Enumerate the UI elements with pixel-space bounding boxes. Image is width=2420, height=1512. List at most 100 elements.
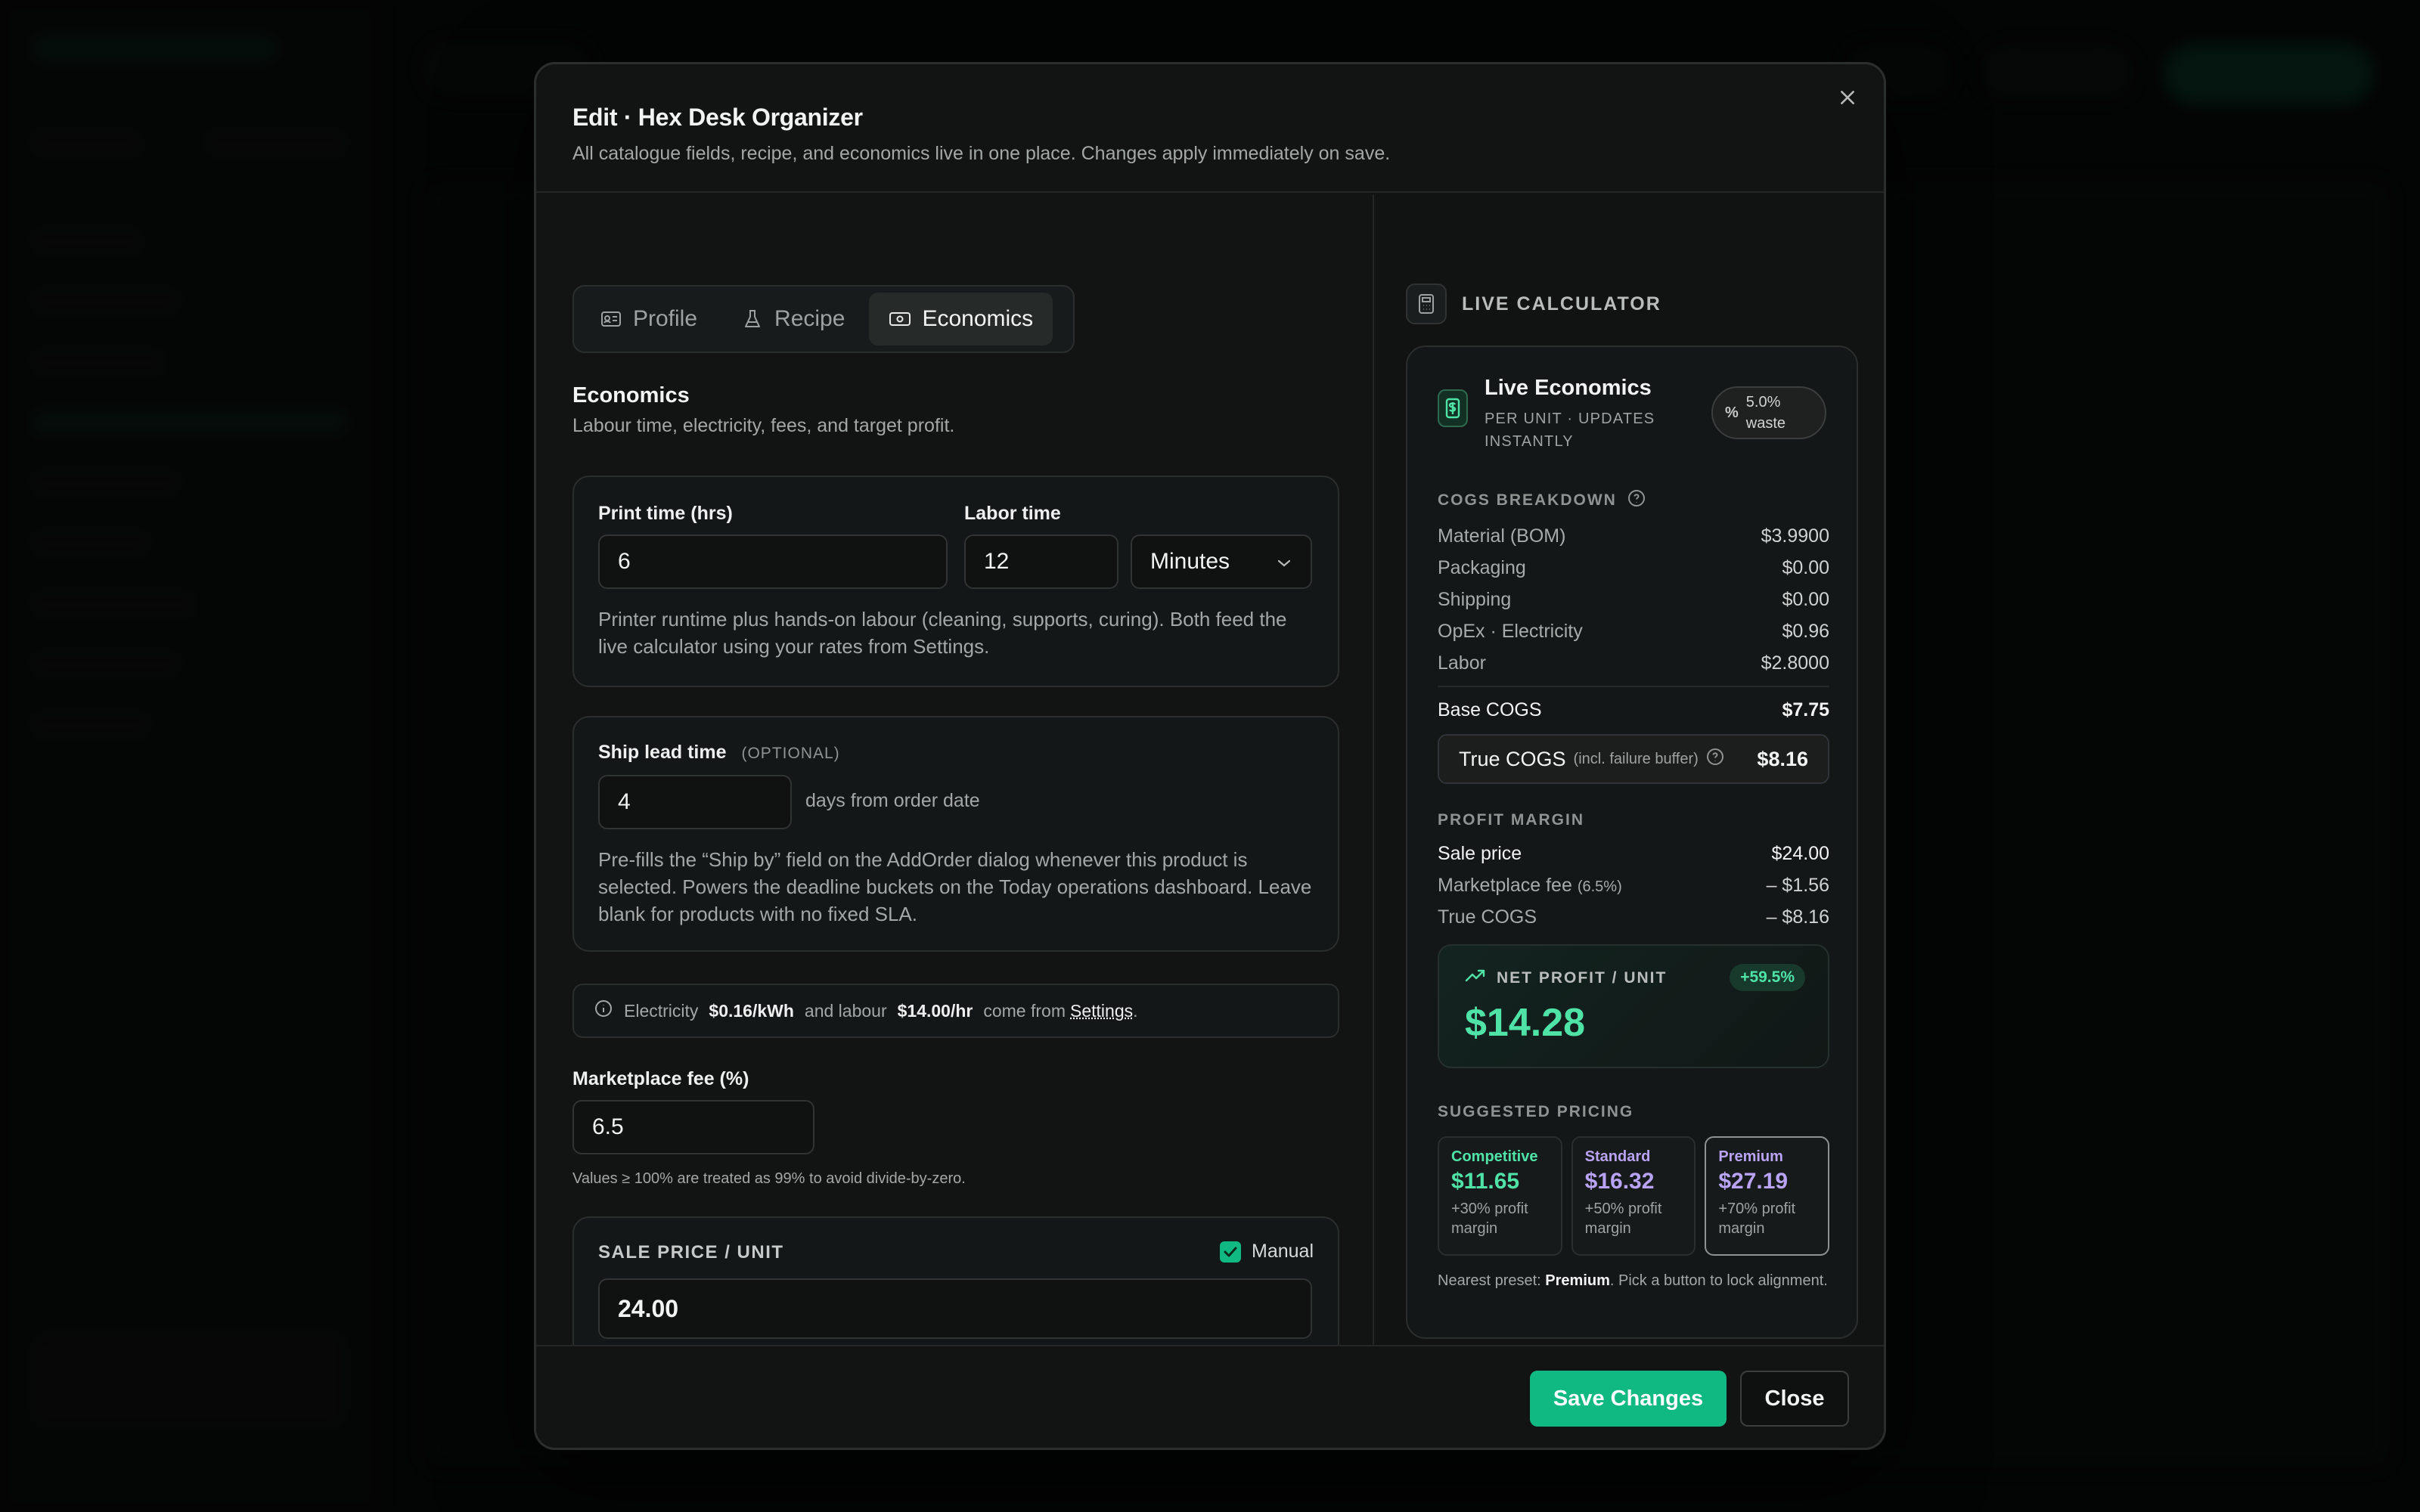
close-button[interactable]: Close xyxy=(1740,1371,1849,1427)
fee-label: Marketplace fee xyxy=(1438,875,1572,896)
nearest-prefix: Nearest preset: xyxy=(1438,1272,1541,1289)
cogs-row-value: $2.8000 xyxy=(1761,652,1829,674)
net-profit-value: $14.28 xyxy=(1465,1001,1586,1045)
fee-row: Marketplace fee (6.5%) – $1.56 xyxy=(1438,875,1829,897)
manual-checkbox[interactable] xyxy=(1220,1241,1241,1263)
sale-price-row: Sale price $24.00 xyxy=(1438,843,1829,865)
manual-label: Manual xyxy=(1252,1241,1314,1262)
labor-unit-select[interactable]: Minutes xyxy=(1131,534,1312,589)
ship-help-text: Pre-fills the “Ship by” field on the Add… xyxy=(598,848,1312,925)
settings-prefix: come from xyxy=(983,1000,1066,1021)
suggested-caption: SUGGESTED PRICING xyxy=(1438,1103,1634,1120)
true-cogs-row-label: True COGS xyxy=(1438,906,1537,928)
tab-label: Profile xyxy=(633,306,698,331)
cogs-caption: COGS BREAKDOWN xyxy=(1438,491,1617,509)
base-cogs-row: Base COGS $7.75 xyxy=(1438,699,1829,721)
settings-link[interactable]: Settings xyxy=(1070,1001,1133,1021)
true-cogs-note: (incl. failure buffer) xyxy=(1573,750,1699,767)
tab-label: Economics xyxy=(922,306,1034,331)
cogs-row-label: Shipping xyxy=(1438,589,1512,610)
fee-pct: (6.5%) xyxy=(1577,878,1622,895)
base-cogs-value: $7.75 xyxy=(1782,699,1829,720)
labor-time-input[interactable]: 12 xyxy=(964,534,1118,589)
labor-time-label: Labor time xyxy=(964,503,1061,524)
cogs-row-label: OpEx · Electricity xyxy=(1438,621,1583,642)
sale-price-card: SALE PRICE / UNIT Manual 24.00 xyxy=(572,1216,1339,1349)
base-cogs-label: Base COGS xyxy=(1438,699,1542,720)
labour-prefix: and labour xyxy=(804,1000,887,1021)
live-economics-title: Live Economics xyxy=(1485,376,1652,400)
section-subtitle: Labour time, electricity, fees, and targ… xyxy=(572,415,955,436)
waste-value: 5.0% xyxy=(1745,394,1781,411)
dialog-subtitle: All catalogue fields, recipe, and econom… xyxy=(572,143,1391,164)
true-cogs-label: True COGS xyxy=(1459,747,1566,770)
profit-caption: PROFIT MARGIN xyxy=(1438,811,1584,829)
waste-badge: % 5.0% waste xyxy=(1711,386,1826,439)
marketplace-fee-input[interactable]: 6.5 xyxy=(572,1100,814,1154)
price-option-name: Standard xyxy=(1584,1148,1651,1165)
sale-price-input[interactable]: 24.00 xyxy=(598,1278,1312,1339)
sale-price-label: SALE PRICE / UNIT xyxy=(598,1242,784,1263)
section-title: Economics xyxy=(572,383,690,407)
price-option-competitive[interactable]: Competitive $11.65 +30% profit margin xyxy=(1438,1136,1562,1256)
trending-up-icon xyxy=(1465,968,1486,988)
cogs-row-value: $0.00 xyxy=(1782,589,1829,610)
dialog-footer: Save Changes Close xyxy=(536,1345,1884,1448)
waste-text: 5.0% waste xyxy=(1746,392,1786,434)
print-time-label: Print time (hrs) xyxy=(598,503,733,524)
labor-unit-value: Minutes xyxy=(1150,549,1230,574)
ship-lead-label: Ship lead time xyxy=(598,742,727,763)
id-card-icon xyxy=(600,308,622,330)
optional-tag: (OPTIONAL) xyxy=(741,745,840,762)
sale-price-label: Sale price xyxy=(1438,843,1522,864)
tab-profile[interactable]: Profile xyxy=(580,293,717,345)
electricity-prefix: Electricity xyxy=(624,1000,699,1021)
subtitle-line-1: PER UNIT · UPDATES xyxy=(1485,411,1655,427)
live-calculator-panel: LIVE CALCULATOR Live Economics PER UNIT … xyxy=(1376,194,1884,1349)
cogs-caption-group: COGS BREAKDOWN xyxy=(1438,489,1646,512)
chevron-down-icon xyxy=(1276,549,1292,575)
tab-economics[interactable]: Economics xyxy=(869,293,1053,345)
economics-form: Profile Recipe Economics Economics Labou… xyxy=(536,194,1374,1349)
tab-recipe[interactable]: Recipe xyxy=(721,293,864,345)
net-profit-badge: +59.5% xyxy=(1730,964,1805,991)
subtitle-line-2: INSTANTLY xyxy=(1485,433,1574,450)
help-circle-icon[interactable] xyxy=(1706,748,1724,771)
price-option-premium[interactable]: Premium $27.19 +70% profit margin xyxy=(1705,1136,1830,1256)
sale-price-value: $24.00 xyxy=(1771,843,1829,864)
close-icon[interactable] xyxy=(1831,81,1864,114)
live-economics-card: Live Economics PER UNIT · UPDATES INSTAN… xyxy=(1406,345,1858,1339)
tab-bar: Profile Recipe Economics xyxy=(572,285,1075,353)
fee-value: – $1.56 xyxy=(1766,875,1829,896)
save-changes-button[interactable]: Save Changes xyxy=(1530,1371,1727,1427)
price-option-value: $11.65 xyxy=(1451,1169,1520,1194)
price-option-name: Premium xyxy=(1718,1148,1783,1165)
ship-lead-label-group: Ship lead time (OPTIONAL) xyxy=(598,742,840,764)
help-circle-icon[interactable] xyxy=(1627,489,1646,512)
net-profit-box: NET PROFIT / UNIT +59.5% $14.28 xyxy=(1438,944,1829,1068)
time-card: Print time (hrs) 6 Labor time 12 Minutes… xyxy=(572,476,1339,687)
price-option-desc: +50% profit margin xyxy=(1584,1201,1662,1237)
marketplace-fee-help: Values ≥ 100% are treated as 99% to avoi… xyxy=(572,1170,966,1187)
print-time-input[interactable]: 6 xyxy=(598,534,948,589)
true-cogs-value: $8.16 xyxy=(1757,747,1808,770)
price-option-standard[interactable]: Standard $16.32 +50% profit margin xyxy=(1571,1136,1696,1256)
rates-info-bar: Electricity $0.16/kWh and labour $14.00/… xyxy=(572,984,1339,1038)
dialog-title: Edit · Hex Desk Organizer xyxy=(572,104,863,131)
cogs-row: Labor $2.8000 xyxy=(1438,652,1829,674)
manual-toggle[interactable]: Manual xyxy=(1220,1241,1314,1263)
labour-rate: $14.00/hr xyxy=(897,1000,973,1021)
waste-label: waste xyxy=(1745,415,1786,432)
money-icon xyxy=(889,308,911,330)
calculator-header: LIVE CALCULATOR xyxy=(1406,284,1661,324)
dollar-icon xyxy=(1438,389,1468,427)
flask-icon xyxy=(741,308,764,330)
cogs-row-label: Packaging xyxy=(1438,557,1526,578)
info-icon xyxy=(594,999,613,1023)
ship-lead-input[interactable]: 4 xyxy=(598,775,792,829)
cogs-row-value: $0.96 xyxy=(1782,621,1829,642)
cogs-row-label: Material (BOM) xyxy=(1438,525,1566,547)
cogs-row: Shipping $0.00 xyxy=(1438,589,1829,611)
price-option-name: Competitive xyxy=(1451,1148,1538,1165)
live-economics-subtitle: PER UNIT · UPDATES INSTANTLY xyxy=(1485,407,1655,453)
